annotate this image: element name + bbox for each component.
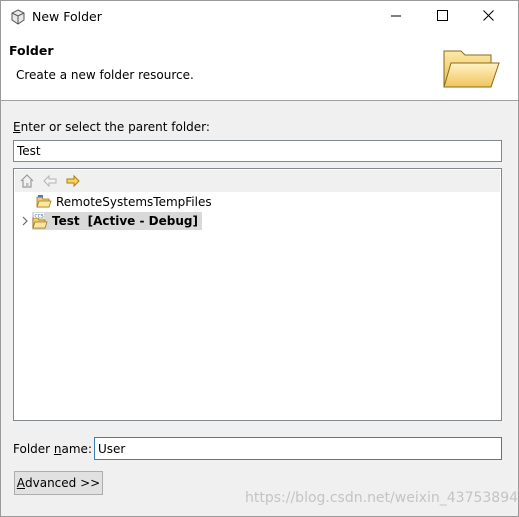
folder-name-input[interactable] — [94, 437, 502, 460]
close-button[interactable] — [465, 1, 511, 32]
eclipse-window-icon — [10, 9, 26, 25]
selected-tree-item[interactable]: CCS Test [Active - Debug] — [32, 212, 202, 230]
project-config: [Active - Debug] — [87, 214, 198, 228]
home-icon[interactable] — [19, 173, 35, 189]
title-bar[interactable]: New Folder — [1, 1, 518, 32]
project-name: Test — [52, 214, 80, 228]
maximize-icon — [436, 9, 448, 24]
forward-arrow-icon[interactable] — [65, 173, 81, 189]
svg-text:CCS: CCS — [35, 214, 44, 220]
watermark: https://blog.csdn.net/weixin_43753894 — [245, 490, 519, 506]
close-icon — [482, 9, 494, 24]
parent-folder-input[interactable] — [13, 140, 502, 162]
tree-toolbar — [15, 170, 500, 192]
folder-tree[interactable]: RemoteSystemsTempFiles CCS Test [Active … — [13, 168, 502, 421]
advanced-button[interactable]: Advanced >> — [14, 471, 103, 495]
project-folder-icon — [36, 194, 52, 210]
wizard-banner: Folder Create a new folder resource. — [1, 32, 518, 101]
window-title: New Folder — [32, 9, 102, 24]
folder-name-label: Folder name: — [13, 442, 92, 456]
tree-item-test[interactable]: CCS Test [Active - Debug] — [18, 212, 202, 230]
parent-folder-label: Enter or select the parent folder: — [13, 120, 210, 134]
ccs-project-icon: CCS — [32, 213, 48, 229]
page-description: Create a new folder resource. — [16, 68, 194, 82]
page-title: Folder — [9, 43, 54, 58]
expand-chevron-icon[interactable] — [18, 212, 32, 230]
minimize-icon — [390, 10, 402, 24]
back-arrow-icon[interactable] — [42, 173, 58, 189]
maximize-button[interactable] — [419, 1, 465, 32]
open-folder-icon — [441, 45, 501, 91]
minimize-button[interactable] — [373, 1, 419, 32]
tree-item-remote-systems[interactable]: RemoteSystemsTempFiles — [36, 193, 212, 211]
tree-item-label: RemoteSystemsTempFiles — [56, 195, 212, 209]
new-folder-dialog: New Folder Folder Create a new folder re… — [0, 0, 519, 517]
